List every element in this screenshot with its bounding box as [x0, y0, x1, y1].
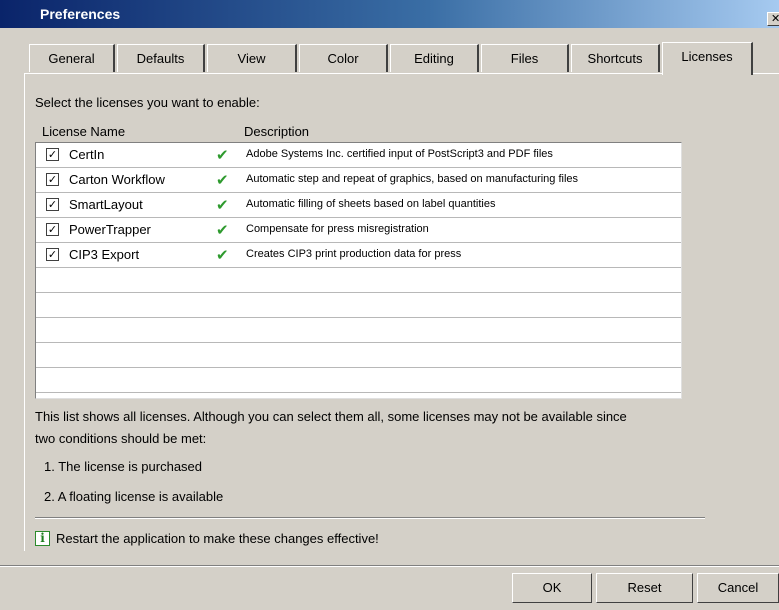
license-name: SmartLayout: [69, 197, 143, 212]
condition-floating: 2. A floating license is available: [44, 489, 224, 504]
green-checkmark-icon: ✔: [216, 196, 229, 214]
license-description: Automatic step and repeat of graphics, b…: [246, 173, 579, 185]
license-description: Adobe Systems Inc. certified input of Po…: [246, 148, 553, 160]
license-description: Compensate for press misregistration: [246, 223, 429, 235]
empty-row: [36, 343, 681, 368]
license-row[interactable]: ✓ CertIn ✔ Adobe Systems Inc. certified …: [36, 143, 681, 168]
separator: [35, 517, 705, 519]
ok-button[interactable]: OK: [512, 573, 592, 603]
license-description: Creates CIP3 print production data for p…: [246, 248, 462, 260]
window-title: Preferences: [40, 6, 121, 22]
license-checkbox[interactable]: ✓: [46, 198, 59, 211]
column-header-license-name[interactable]: License Name: [42, 124, 125, 139]
empty-row: [36, 368, 681, 393]
license-checkbox[interactable]: ✓: [46, 248, 59, 261]
title-bar[interactable]: Preferences ✕: [0, 0, 779, 28]
license-name: Carton Workflow: [69, 172, 165, 187]
info-icon: i: [35, 531, 50, 546]
license-name: CertIn: [69, 147, 105, 162]
license-description: Automatic filling of sheets based on lab…: [246, 198, 496, 210]
license-row[interactable]: ✓ Carton Workflow ✔ Automatic step and r…: [36, 168, 681, 193]
cancel-button[interactable]: Cancel: [697, 573, 779, 603]
column-header-description[interactable]: Description: [244, 124, 309, 139]
availability-note-line2: two conditions should be met:: [35, 431, 207, 446]
license-checkbox[interactable]: ✓: [46, 223, 59, 236]
preferences-dialog: Preferences ✕ General Defaults View Colo…: [0, 0, 779, 610]
green-checkmark-icon: ✔: [216, 171, 229, 189]
condition-purchased: 1. The license is purchased: [44, 459, 203, 474]
tab-editing[interactable]: Editing: [390, 44, 479, 72]
green-checkmark-icon: ✔: [216, 221, 229, 239]
tab-general[interactable]: General: [29, 44, 115, 72]
license-row[interactable]: ✓ SmartLayout ✔ Automatic filling of she…: [36, 193, 681, 218]
green-checkmark-icon: ✔: [216, 246, 229, 264]
tab-licenses[interactable]: Licenses: [662, 42, 753, 75]
license-name: CIP3 Export: [69, 247, 140, 262]
reset-button[interactable]: Reset: [596, 573, 693, 603]
availability-note-line1: This list shows all licenses. Although y…: [35, 409, 627, 424]
license-row[interactable]: ✓ PowerTrapper ✔ Compensate for press mi…: [36, 218, 681, 243]
green-checkmark-icon: ✔: [216, 146, 229, 164]
license-list[interactable]: ✓ CertIn ✔ Adobe Systems Inc. certified …: [35, 142, 682, 399]
empty-row: [36, 268, 681, 293]
license-checkbox[interactable]: ✓: [46, 148, 59, 161]
license-checkbox[interactable]: ✓: [46, 173, 59, 186]
tab-color[interactable]: Color: [299, 44, 388, 72]
restart-notice: Restart the application to make these ch…: [56, 531, 379, 546]
licenses-intro: Select the licenses you want to enable:: [35, 95, 260, 110]
tab-shortcuts[interactable]: Shortcuts: [571, 44, 660, 72]
tab-defaults[interactable]: Defaults: [117, 44, 205, 72]
tab-files[interactable]: Files: [481, 44, 569, 72]
empty-row: [36, 318, 681, 343]
close-button[interactable]: ✕: [767, 12, 779, 26]
footer-separator: [0, 565, 779, 567]
license-name: PowerTrapper: [69, 222, 151, 237]
tab-view[interactable]: View: [207, 44, 297, 72]
license-row[interactable]: ✓ CIP3 Export ✔ Creates CIP3 print produ…: [36, 243, 681, 268]
empty-row: [36, 293, 681, 318]
